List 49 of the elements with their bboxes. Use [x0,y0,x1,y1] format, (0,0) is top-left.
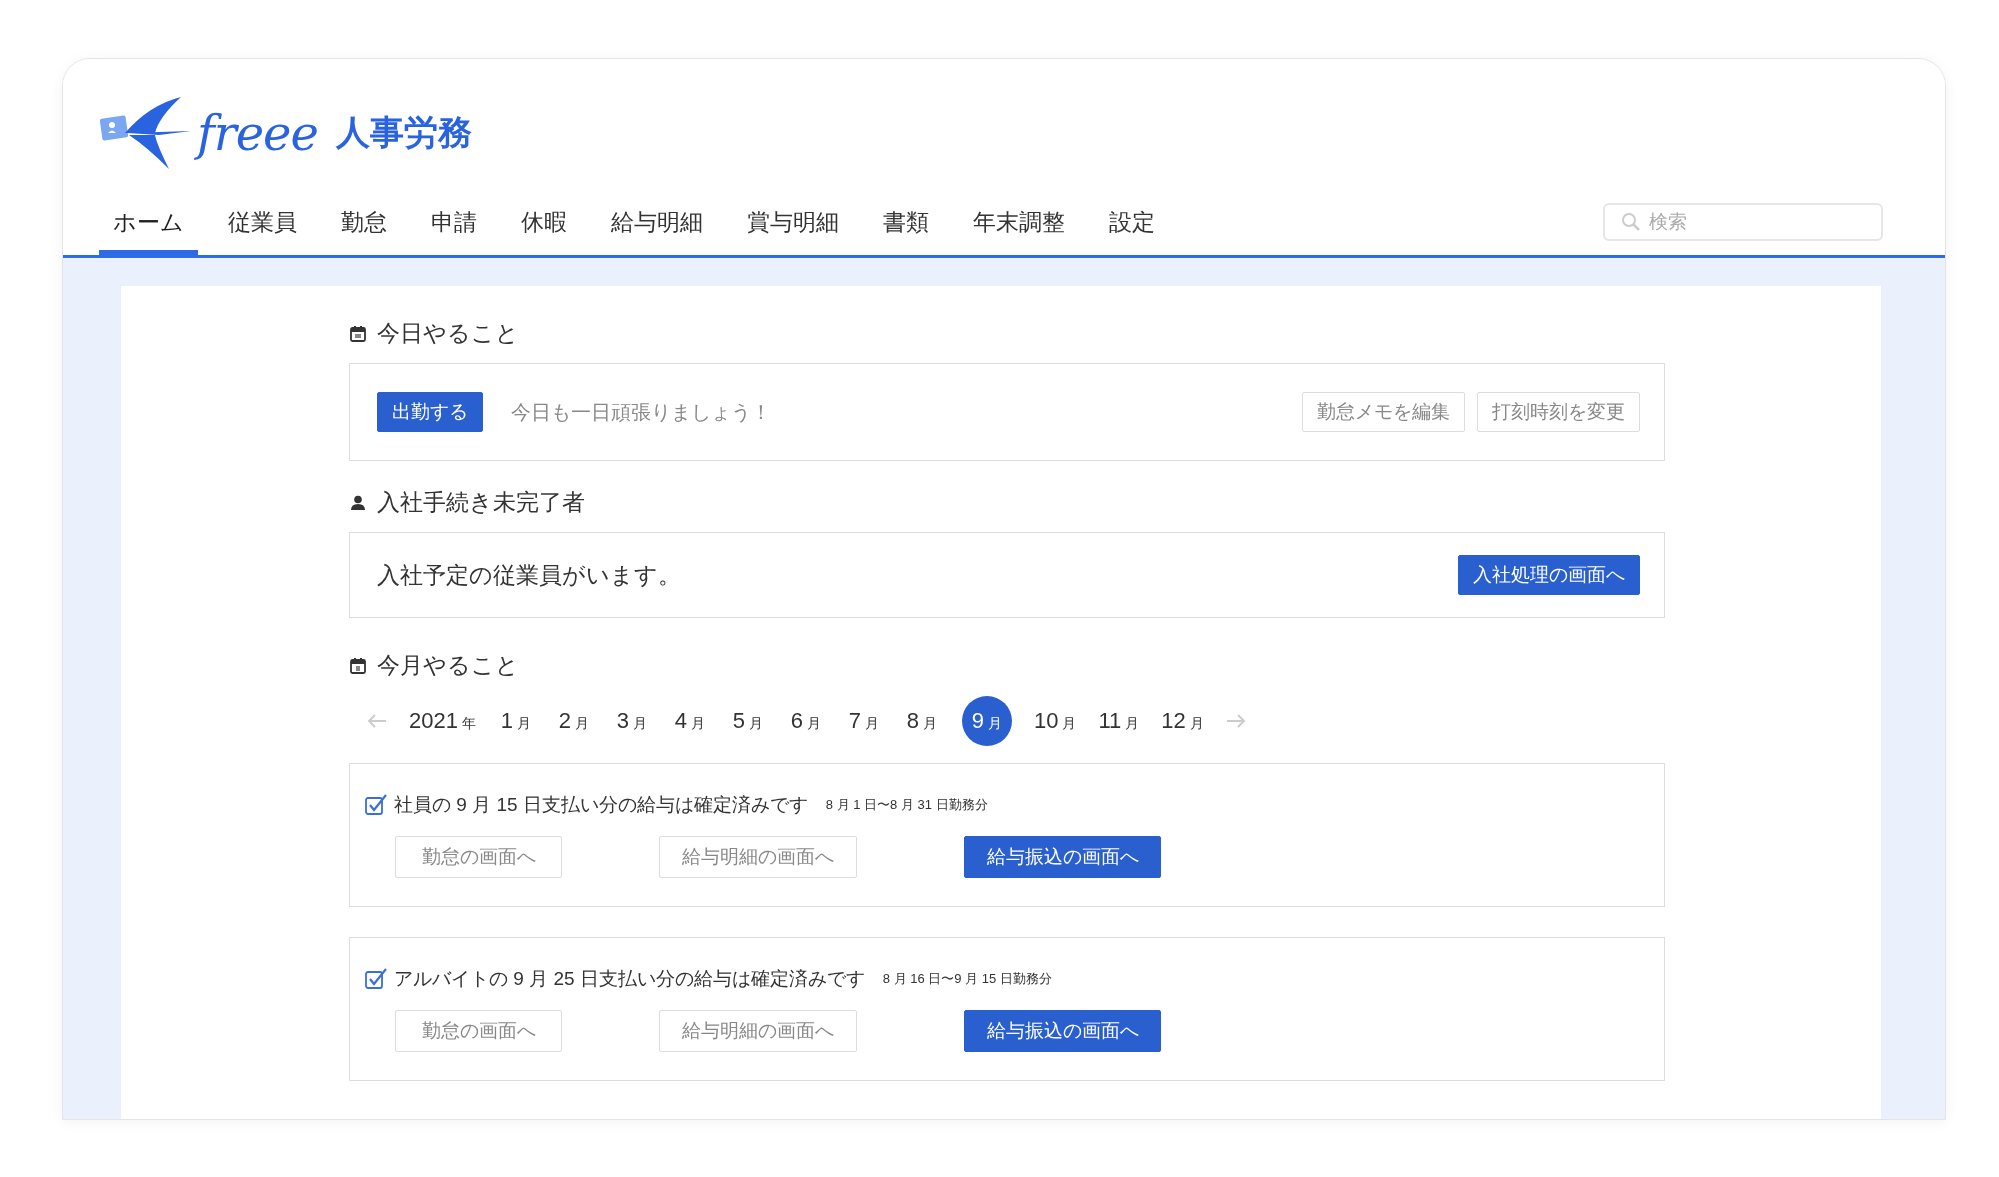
work-period: 8 月 1 日〜8 月 31 日勤務分 [825,796,988,814]
nav-tab[interactable]: 休暇 [507,201,581,255]
nav-link-button[interactable]: 給与明細の画面へ [659,1010,857,1052]
task-text: アルバイトの 9 月 25 日支払い分の給与は確定済みです [394,967,865,991]
calendar-icon [349,324,367,343]
onboarding-button[interactable]: 入社処理の画面へ [1458,555,1640,595]
nav-tab[interactable]: 書類 [869,201,943,255]
nav-tab[interactable]: 給与明細 [597,201,717,255]
section-title: 今月やること [377,651,519,680]
calendar-icon [349,656,367,675]
nav-link-button[interactable]: 勤怠の画面へ [395,836,562,878]
month-tab[interactable]: 6 月 [787,708,824,734]
month-tab[interactable]: 5 月 [729,708,766,734]
work-period: 8 月 16 日〜9 月 15 日勤務分 [882,970,1052,988]
section-title: 入社手続き未完了者 [377,488,585,517]
search-field[interactable]: 検索 [1603,203,1883,241]
nav-tab[interactable]: 申請 [417,201,491,255]
search-icon [1621,212,1641,232]
greeting-message: 今日も一日頑張りましょう！ [511,399,771,425]
month-tab[interactable]: 8 月 [903,708,940,734]
task-text: 社員の 9 月 15 日支払い分の給与は確定済みです [394,793,808,817]
clock-in-button[interactable]: 出勤する [377,392,483,432]
nav-tab[interactable]: 従業員 [214,201,311,255]
nav-link-button[interactable]: 給与明細の画面へ [659,836,857,878]
nav-tab[interactable]: 年末調整 [959,201,1079,255]
month-tab[interactable]: 1 月 [497,708,534,734]
month-tab[interactable]: 7 月 [845,708,882,734]
month-tab[interactable]: 10 月 [1033,708,1077,734]
month-tab[interactable]: 4 月 [671,708,708,734]
product-name: 人事労務 [335,112,472,153]
nav-link-button[interactable]: 給与振込の画面へ [964,1010,1161,1052]
month-tab[interactable]: 3 月 [613,708,650,734]
checkbox[interactable] [364,793,388,817]
nav-tab[interactable]: 勤怠 [327,201,401,255]
section-title: 今日やること [377,319,519,348]
month-tab[interactable]: 12 月 [1161,708,1204,734]
person-icon [349,493,367,512]
onboarding-message: 入社予定の従業員がいます。 [377,560,681,590]
nav-tab[interactable]: 設定 [1095,201,1169,255]
action-button[interactable]: 勤怠メモを編集 [1302,392,1465,432]
nav-link-button[interactable]: 給与振込の画面へ [964,836,1161,878]
month-tab[interactable]: 9 月 [961,696,1012,746]
month-tab[interactable]: 11 月 [1098,708,1140,734]
nav-tab[interactable]: 賞与明細 [733,201,853,255]
action-button[interactable]: 打刻時刻を変更 [1477,392,1640,432]
nav-link-button[interactable]: 勤怠の画面へ [395,1010,562,1052]
checkbox[interactable] [364,967,388,991]
year-label: 2021 年 [409,708,476,734]
month-tab[interactable]: 2 月 [555,708,592,734]
